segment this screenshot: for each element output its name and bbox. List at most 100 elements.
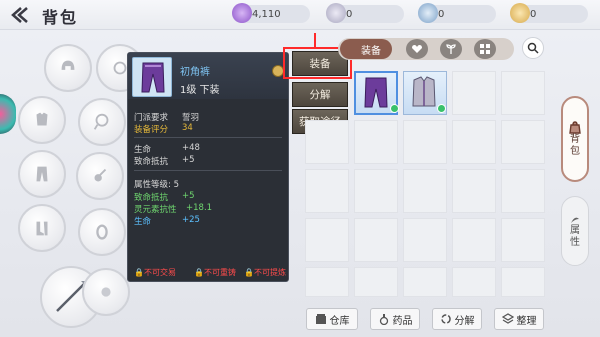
slot-ring[interactable] (78, 208, 126, 256)
currency-bag: 0 (418, 3, 496, 23)
currency-value: 0 (346, 8, 353, 20)
tab-heart[interactable] (406, 39, 428, 59)
row-hp: 生命 +48 (134, 143, 200, 155)
gold-coin-icon (510, 3, 530, 23)
slot-armor[interactable] (18, 96, 66, 144)
row-label: 生命 (134, 217, 152, 227)
currency-value: 0 (438, 8, 445, 20)
row-label: 致命抵抗 (134, 193, 169, 203)
inventory-cell[interactable] (501, 120, 545, 164)
recycle-icon (440, 314, 451, 324)
bulk-decompose-button[interactable]: 分解 (432, 308, 482, 330)
inventory-cell[interactable] (403, 169, 447, 213)
upgrade-badge-icon (437, 104, 446, 113)
inventory-cell[interactable] (452, 267, 496, 297)
herb-icon (446, 44, 456, 54)
side-tab-label: 属 性 (570, 225, 580, 248)
sort-icon (501, 313, 514, 324)
warehouse-button[interactable]: 仓库 (306, 308, 358, 330)
currency-gold: 0 (510, 3, 588, 23)
inventory-cell[interactable] (403, 218, 447, 262)
inventory-cell[interactable] (501, 267, 545, 297)
side-tab-bag[interactable]: 背 包 (561, 96, 589, 182)
tutorial-pointer (314, 33, 316, 47)
slot-pendant[interactable] (76, 152, 124, 200)
row-bonus-spirit: 灵元素抗性 +18.1 (134, 203, 212, 215)
row-value: 34 (182, 123, 193, 133)
pendant-icon (94, 168, 107, 182)
warehouse-icon (315, 314, 326, 324)
row-bonus-hp: 生命 +25 (134, 215, 200, 227)
inventory-cell[interactable] (354, 267, 398, 297)
heart-icon (412, 45, 422, 53)
helmet-icon (61, 60, 75, 70)
row-value: +5 (182, 191, 195, 201)
sort-button[interactable]: 整理 (494, 308, 544, 330)
item-image (132, 57, 172, 97)
slot-helmet[interactable] (44, 44, 92, 92)
pants-icon (36, 166, 48, 182)
tab-misc[interactable] (474, 39, 496, 59)
row-value: 誓羽 (182, 113, 200, 123)
inventory-cell[interactable] (452, 71, 496, 115)
inventory-cell[interactable] (501, 71, 545, 115)
necklace-icon (93, 113, 109, 130)
search-button[interactable] (522, 37, 544, 59)
currency-silver: 0 (326, 3, 404, 23)
potion-button[interactable]: 药品 (370, 308, 420, 330)
slot-offhand[interactable] (82, 268, 130, 316)
tab-herb[interactable] (440, 39, 462, 59)
inventory-cell[interactable] (305, 169, 349, 213)
tab-equipment[interactable]: 装备 (340, 39, 392, 59)
inventory-cell[interactable] (305, 120, 349, 164)
row-value: +25 (182, 215, 200, 225)
inventory-cell[interactable] (452, 169, 496, 213)
page-title: 背包 (42, 8, 79, 27)
item-name: 初角裤 (180, 67, 210, 78)
inventory-cell[interactable] (305, 267, 349, 297)
button-label: 分解 (454, 315, 475, 327)
inventory-cell[interactable] (354, 218, 398, 262)
bag-icon (569, 121, 581, 134)
inventory-cell[interactable] (354, 120, 398, 164)
armor-icon (36, 112, 48, 126)
currency-value: 0 (530, 8, 537, 20)
currency-value: 4,110 (252, 8, 281, 20)
warning-no-reforge: 🔒不可重铸 (194, 268, 236, 277)
slot-necklace[interactable] (78, 98, 126, 146)
inventory-cell[interactable] (501, 169, 545, 213)
grid-icon (480, 44, 490, 54)
side-tab-label: 背 包 (570, 134, 580, 157)
inventory-cell[interactable] (501, 218, 545, 262)
tab-label: 装备 (361, 45, 381, 57)
side-tab-attributes[interactable]: 属 性 (561, 196, 589, 266)
inventory-cell[interactable] (305, 218, 349, 262)
warning-no-trade: 🔒不可交易 (134, 268, 176, 277)
potion-icon (379, 314, 388, 325)
inventory-cell[interactable] (403, 267, 447, 297)
slot-pants[interactable] (18, 150, 66, 198)
inventory-cell[interactable] (452, 218, 496, 262)
row-sect: 门派要求 誓羽 (134, 111, 199, 123)
currency-star-gem: 4,110 (232, 3, 310, 23)
row-bonus-crit: 致命抵抗 +5 (134, 191, 195, 203)
warning-no-refine: 🔒不可提炼 (244, 268, 286, 277)
button-label: 整理 (516, 315, 537, 327)
row-label: 生命 (134, 145, 152, 155)
silver-coin-icon (326, 3, 346, 23)
inventory-cell[interactable] (354, 169, 398, 213)
offhand-icon (101, 287, 111, 297)
decompose-button[interactable]: 分解 (292, 82, 348, 107)
pants-icon (141, 62, 165, 93)
row-label: 属性等级: 5 (134, 180, 179, 190)
inventory-cell[interactable] (452, 120, 496, 164)
back-button[interactable] (8, 5, 30, 25)
ring-icon (96, 224, 108, 240)
item-level-type: 1级 下装 (180, 85, 220, 96)
row-value: +48 (182, 143, 200, 153)
inventory-cell[interactable] (403, 120, 447, 164)
row-value: +18.1 (186, 203, 213, 213)
star-gem-icon (232, 3, 252, 23)
row-crit-resist: 致命抵抗 +5 (134, 155, 195, 167)
slot-boots[interactable] (18, 204, 66, 252)
